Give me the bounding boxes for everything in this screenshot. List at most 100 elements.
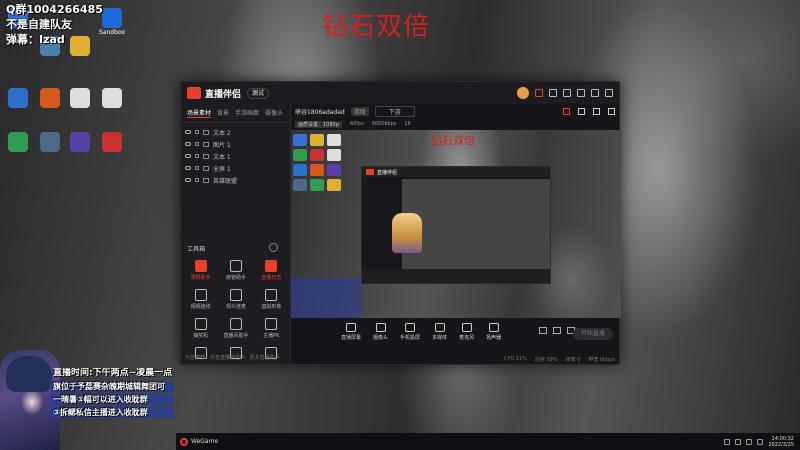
live-companion-window: 直播伴侣 测试 场景素材 背景 手游画面 摄像头 文本 2 图片 1 文本 1 …	[180, 81, 621, 365]
lock-icon[interactable]	[195, 130, 199, 134]
tool-label: 视频连线	[190, 304, 211, 310]
qq-group-text: Q群1004266485	[6, 3, 103, 16]
phone-icon	[405, 323, 416, 332]
visibility-icon[interactable]	[185, 142, 191, 146]
toolbox-item[interactable]: 录屏助手	[183, 260, 218, 281]
app-name: 直播伴侣	[205, 89, 242, 100]
desktop-icon[interactable]	[98, 132, 126, 153]
phone-cast-button[interactable]: 手机投屏	[400, 323, 420, 341]
overlay-line-3: 弹幕：Izad	[6, 33, 65, 46]
network-icon[interactable]	[746, 438, 753, 445]
taskbar-app-wegame[interactable]: WeGame	[180, 437, 218, 446]
wallpaper-title: 钻石双倍	[322, 12, 431, 42]
tool-label: 观众连麦	[225, 304, 246, 310]
tray-app-icon[interactable]	[724, 438, 731, 445]
tool-label: 直播日志	[261, 275, 282, 281]
desktop-icon[interactable]	[66, 132, 94, 153]
toolbox-item[interactable]: 抽奖机	[183, 318, 218, 339]
volume-icon[interactable]	[757, 438, 764, 445]
lock-icon[interactable]	[195, 142, 199, 146]
toolbox-item[interactable]: 主播PK	[254, 318, 289, 339]
desktop-icon[interactable]	[66, 88, 94, 109]
clock[interactable]: 14:00:32 2022/3/25	[768, 436, 794, 448]
room-dropdown[interactable]: 下游	[374, 105, 415, 117]
source-row[interactable]: 文本 2	[185, 126, 286, 138]
toolbox-item[interactable]: 直播间助手	[218, 318, 253, 339]
minimize-icon[interactable]	[577, 89, 585, 97]
quality-setting[interactable]: 画质设置：1080p	[295, 120, 342, 128]
start-live-button[interactable]: 开始直播	[573, 328, 613, 340]
tool-icon	[265, 289, 278, 301]
source-row[interactable]: 文本 1	[185, 150, 286, 162]
tab-background[interactable]: 背景	[217, 108, 229, 118]
tab-camera[interactable]: 摄像头	[265, 108, 283, 118]
room-bar: 峡谷1806adadad 游戏 下游	[291, 104, 619, 118]
tray-app-icon[interactable]	[735, 438, 742, 445]
microphone-button[interactable]: 麦克风	[459, 323, 474, 341]
live-preview[interactable]: 钻石双倍 直播伴侣	[291, 130, 621, 318]
room-title[interactable]: 峡谷1806adadad	[295, 107, 345, 116]
media-button[interactable]: 多媒体	[432, 323, 447, 341]
desktop-icon[interactable]	[36, 132, 64, 153]
tool-label: 房管助手	[225, 275, 246, 281]
tool-icon	[265, 318, 278, 330]
source-name: 英雄联盟	[213, 177, 238, 185]
settings-icon[interactable]	[563, 89, 571, 97]
lock-icon[interactable]	[195, 178, 199, 182]
fps-status: 帧率 0	[565, 356, 581, 363]
more-icon[interactable]	[269, 243, 278, 252]
camera-button[interactable]: 摄像头	[373, 323, 388, 341]
toolbox-title: 工具箱	[187, 246, 206, 253]
toolbox-grid: 录屏助手 房管助手 直播日志视频连线 观众连麦 虚拟形象抽奖机 直播间助手 主播PK	[183, 260, 289, 361]
bell-icon[interactable]	[593, 107, 600, 115]
source-row[interactable]: 图片 1	[185, 138, 286, 150]
stream-chat-overlay: 直播时间:下午两点~凌晨一点 旗位于予蕊赛杂魄期城辑舞团可 一晴暑②幅可以进入收…	[50, 368, 174, 420]
sandbox-icon	[102, 8, 122, 28]
camera-icon	[375, 323, 386, 332]
tool-icon	[229, 289, 242, 301]
live-extra-icons	[539, 327, 575, 334]
visibility-icon[interactable]	[185, 130, 191, 134]
toolbox-item[interactable]: 虚拟形象	[254, 289, 289, 310]
gift-icon[interactable]	[563, 107, 570, 115]
nested-app-name: 直播伴侣	[377, 169, 398, 176]
toolbox-item[interactable]: 视频连线	[183, 289, 218, 310]
source-row[interactable]: 英雄联盟	[185, 174, 286, 186]
maximize-icon[interactable]	[591, 89, 599, 97]
speaker-button[interactable]: 扬声器	[486, 323, 501, 341]
tool-icon	[194, 318, 207, 330]
schedule-text: 直播时间:下午两点~凌晨一点	[53, 368, 173, 378]
visibility-icon[interactable]	[185, 166, 191, 170]
desktop-icon[interactable]	[36, 88, 64, 109]
tab-mobile[interactable]: 手游画面	[235, 108, 259, 118]
desktop-icon[interactable]	[98, 88, 126, 109]
toolbox-item[interactable]: 观众连麦	[218, 289, 253, 310]
desktop-icon[interactable]	[4, 88, 32, 109]
screen-source-icon	[203, 165, 209, 171]
screen-capture-button[interactable]: 直播屏幕	[341, 323, 361, 341]
eye-icon[interactable]	[553, 327, 561, 334]
toolbox-item[interactable]: 房管助手	[218, 260, 253, 281]
visibility-icon[interactable]	[185, 154, 191, 158]
source-row[interactable]: 全屏 1	[185, 162, 286, 174]
lock-icon[interactable]	[195, 154, 199, 158]
record-icon[interactable]	[539, 327, 547, 334]
share-icon[interactable]	[578, 107, 585, 115]
room-category[interactable]: 游戏	[350, 106, 369, 116]
source-name: 全屏 1	[213, 165, 231, 173]
lock-icon[interactable]	[195, 166, 199, 170]
visibility-icon[interactable]	[185, 178, 191, 182]
close-icon[interactable]	[605, 89, 613, 97]
game-source-icon	[203, 177, 209, 183]
preview-title: 钻石双倍	[431, 134, 475, 147]
tab-scene[interactable]: 场景素材	[187, 108, 212, 118]
message-icon[interactable]	[549, 89, 557, 97]
gear-icon[interactable]	[608, 107, 615, 115]
scene-tabs: 场景素材 背景 手游画面 摄像头	[181, 104, 290, 123]
app-icon	[40, 132, 60, 152]
tool-label: 主播PK	[263, 333, 280, 339]
toolbox-item[interactable]: 直播日志	[254, 260, 289, 281]
gift-icon[interactable]	[535, 89, 543, 97]
user-avatar[interactable]	[517, 87, 529, 99]
desktop-icon[interactable]	[4, 132, 32, 153]
